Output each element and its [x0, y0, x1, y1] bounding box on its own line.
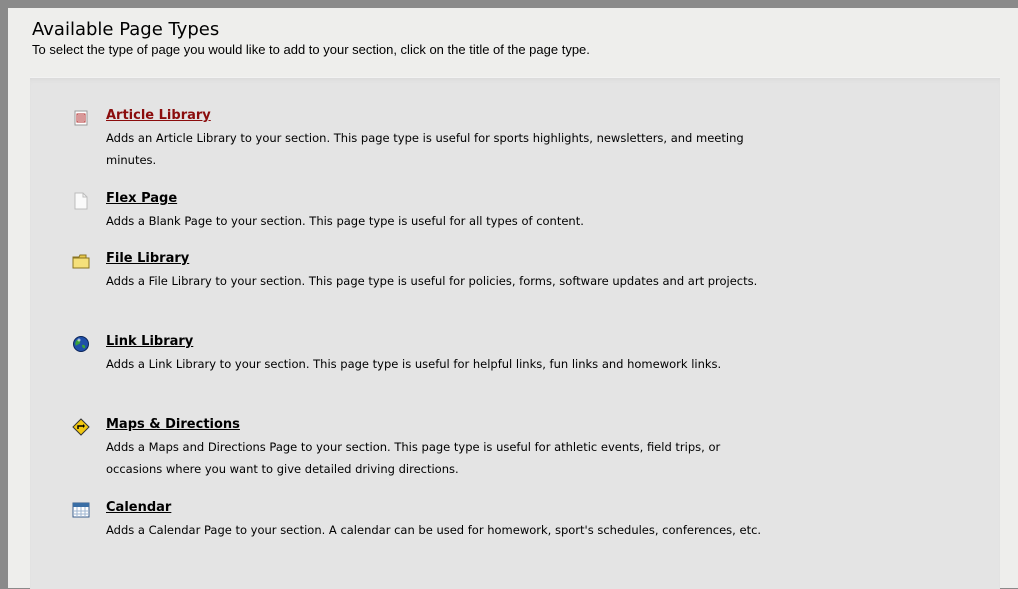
blank-page-icon [72, 192, 90, 210]
article-library-description: Adds an Article Library to your section.… [106, 131, 744, 167]
calendar-description: Adds a Calendar Page to your section. A … [106, 523, 762, 537]
page-instructions: To select the type of page you would lik… [32, 42, 590, 57]
road-sign-icon [72, 418, 90, 436]
article-library-icon [72, 109, 90, 127]
globe-icon [72, 335, 90, 353]
maps-directions-link[interactable]: Maps & Directions [106, 416, 240, 434]
calendar-link[interactable]: Calendar [106, 499, 171, 517]
file-library-link[interactable]: File Library [106, 250, 189, 268]
article-library-link[interactable]: Article Library [106, 107, 211, 125]
flex-page-link[interactable]: Flex Page [106, 190, 177, 208]
link-library-description: Adds a Link Library to your section. Thi… [106, 357, 722, 371]
page-header: Available Page Types To select the type … [32, 20, 590, 58]
page-title: Available Page Types [32, 19, 220, 40]
link-library-link[interactable]: Link Library [106, 333, 193, 351]
flex-page-description: Adds a Blank Page to your section. This … [106, 214, 584, 228]
folder-icon [72, 252, 90, 270]
file-library-description: Adds a File Library to your section. Thi… [106, 274, 758, 288]
maps-directions-description: Adds a Maps and Directions Page to your … [106, 440, 721, 476]
calendar-icon [72, 501, 90, 519]
